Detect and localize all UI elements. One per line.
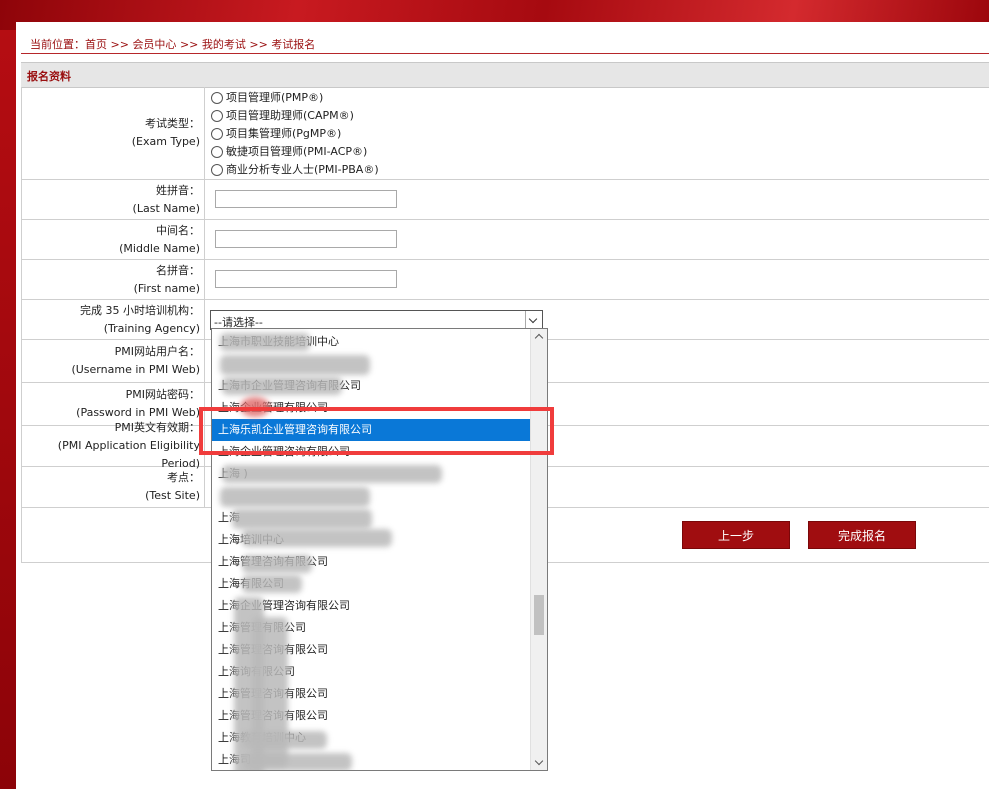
- exam-option-label: 项目管理助理师(CAPM®): [226, 109, 354, 122]
- row-exam-type: 考试类型： (Exam Type) 项目管理师(PMP®) 项目管理助理师(CA…: [21, 87, 989, 180]
- exam-type-label: 考试类型： (Exam Type): [21, 87, 205, 179]
- dropdown-scrollbar[interactable]: [530, 329, 547, 770]
- breadcrumb-sep: >>: [110, 38, 129, 51]
- middle-name-label-cn: 中间名：: [156, 223, 200, 237]
- redaction-blur: [232, 509, 372, 529]
- test-site-label: 考点： (Test Site): [21, 467, 205, 507]
- breadcrumb-divider: [21, 53, 989, 54]
- training-agency-label-cn: 完成 35 小时培训机构：: [80, 303, 200, 317]
- middle-name-label-en: (Middle Name): [119, 241, 200, 255]
- exam-type-options: 项目管理师(PMP®) 项目管理助理师(CAPM®) 项目集管理师(PgMP®)…: [211, 89, 379, 179]
- radio-button[interactable]: [211, 146, 223, 158]
- first-name-input[interactable]: [215, 270, 397, 288]
- redaction-blur: [222, 465, 442, 483]
- last-name-label-cn: 姓拼音：: [156, 183, 200, 197]
- finish-registration-button[interactable]: 完成报名: [808, 521, 916, 549]
- previous-step-button[interactable]: 上一步: [682, 521, 790, 549]
- first-name-label-en: (First name): [133, 281, 200, 295]
- highlight-annotation-box: [199, 407, 554, 455]
- row-middle-name: 中间名： (Middle Name): [21, 220, 989, 260]
- breadcrumb: 当前位置：首页 >> 会员中心 >> 我的考试 >> 考试报名: [30, 36, 315, 52]
- radio-button[interactable]: [211, 164, 223, 176]
- exam-option-pgmp[interactable]: 项目集管理师(PgMP®): [211, 125, 379, 143]
- redaction-blur: [220, 487, 370, 507]
- middle-name-label: 中间名： (Middle Name): [21, 220, 205, 259]
- breadcrumb-sep: >>: [179, 38, 199, 51]
- pmi-password-label-cn: PMI网站密码：: [125, 388, 200, 401]
- eligibility-label-cn: PMI英文有效期：: [114, 421, 200, 434]
- scrollbar-thumb[interactable]: [534, 595, 544, 635]
- exam-option-label: 项目管理师(PMP®): [226, 91, 324, 104]
- breadcrumb-exam-registration[interactable]: 考试报名: [271, 38, 315, 51]
- section-title: 报名资料: [27, 70, 71, 83]
- last-name-input[interactable]: [215, 190, 397, 208]
- scroll-down-arrow-icon[interactable]: [534, 756, 544, 766]
- redaction-blur: [242, 731, 327, 749]
- test-site-label-cn: 考点：: [167, 471, 200, 484]
- exam-option-pmp[interactable]: 项目管理师(PMP®): [211, 89, 379, 107]
- exam-type-label-en: (Exam Type): [131, 135, 200, 148]
- breadcrumb-prefix: 当前位置：: [30, 38, 85, 51]
- breadcrumb-sep: >>: [249, 38, 268, 51]
- redaction-blur: [220, 355, 370, 375]
- test-site-label-en: (Test Site): [145, 489, 200, 502]
- redaction-blur: [242, 555, 312, 573]
- last-name-label-en: (Last Name): [132, 201, 200, 215]
- radio-button[interactable]: [211, 128, 223, 140]
- training-agency-label-en: (Training Agency): [103, 321, 200, 335]
- redaction-blur: [220, 333, 310, 351]
- last-name-label: 姓拼音： (Last Name): [21, 180, 205, 219]
- redaction-blur: [242, 529, 392, 547]
- training-agency-dropdown-list[interactable]: 上海市职业技能培训中心 上海市企业管理咨询有限公司 上海企业管理有限公司 上海乐…: [211, 328, 548, 771]
- breadcrumb-member-center[interactable]: 会员中心: [132, 38, 176, 51]
- middle-name-input[interactable]: [215, 230, 397, 248]
- row-last-name: 姓拼音： (Last Name): [21, 180, 989, 220]
- pmi-username-label: PMI网站用户名： (Username in PMI Web): [21, 340, 205, 382]
- eligibility-label: PMI英文有效期： (PMI Application Eligibility P…: [21, 421, 205, 470]
- breadcrumb-home[interactable]: 首页: [85, 38, 107, 51]
- exam-option-label: 项目集管理师(PgMP®): [226, 127, 342, 140]
- redaction-blur: [242, 575, 302, 593]
- breadcrumb-my-exams[interactable]: 我的考试: [202, 38, 246, 51]
- exam-option-pmi-acp[interactable]: 敏捷项目管理师(PMI-ACP®): [211, 143, 379, 161]
- radio-button[interactable]: [211, 110, 223, 122]
- section-header: 报名资料: [21, 62, 989, 88]
- training-agency-select[interactable]: --请选择--: [210, 310, 543, 330]
- exam-option-label: 商业分析专业人士(PMI-PBA®): [226, 163, 379, 176]
- first-name-label: 名拼音： (First name): [21, 260, 205, 299]
- scroll-up-arrow-icon[interactable]: [534, 333, 544, 343]
- radio-button[interactable]: [211, 92, 223, 104]
- exam-type-label-cn: 考试类型：: [145, 117, 200, 130]
- exam-option-pmi-pba[interactable]: 商业分析专业人士(PMI-PBA®): [211, 161, 379, 179]
- redaction-blur: [222, 377, 342, 395]
- pmi-username-label-en: (Username in PMI Web): [71, 363, 200, 376]
- row-first-name: 名拼音： (First name): [21, 260, 989, 300]
- first-name-label-cn: 名拼音：: [156, 263, 200, 277]
- exam-option-capm[interactable]: 项目管理助理师(CAPM®): [211, 107, 379, 125]
- pmi-username-label-cn: PMI网站用户名：: [114, 345, 200, 358]
- redaction-blur: [242, 753, 352, 770]
- chevron-down-icon[interactable]: [525, 311, 542, 329]
- left-decoration: [0, 30, 16, 789]
- exam-option-label: 敏捷项目管理师(PMI-ACP®): [226, 145, 368, 158]
- training-agency-label: 完成 35 小时培训机构： (Training Agency): [21, 300, 205, 339]
